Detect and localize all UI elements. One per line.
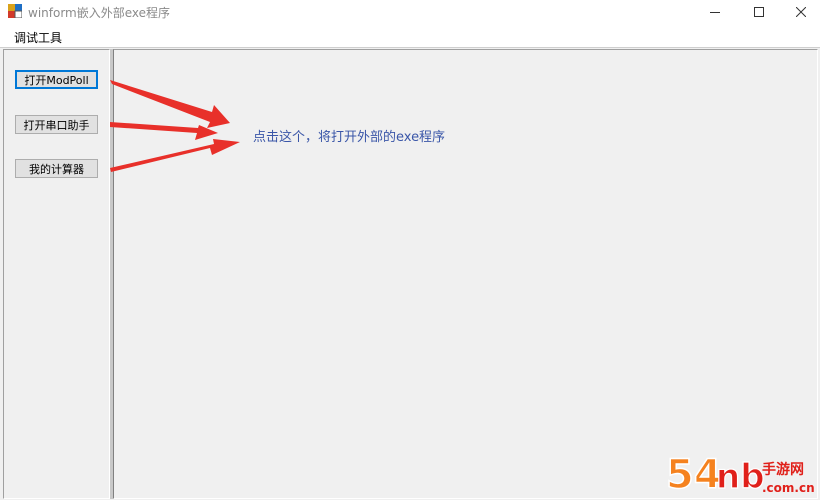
open-serial-assistant-button[interactable]: 打开串口助手	[15, 115, 98, 134]
menu-item-debug-tools[interactable]: 调试工具	[9, 29, 67, 46]
maximize-icon	[754, 7, 764, 17]
menu-bar: 调试工具	[0, 25, 820, 47]
svg-text:54: 54	[666, 452, 722, 498]
watermark-logo-icon: 54 nb 手游网 .com.cn	[665, 451, 815, 499]
my-calculator-button[interactable]: 我的计算器	[15, 159, 98, 178]
client-area: 打开ModPoll 打开串口助手 我的计算器 点击这个，将打开外部的exe程序	[0, 47, 820, 500]
open-modpoll-button[interactable]: 打开ModPoll	[15, 70, 98, 89]
close-button[interactable]	[778, 0, 820, 24]
svg-text:手游网: 手游网	[762, 461, 804, 478]
svg-text:nb: nb	[716, 457, 765, 497]
hint-text: 点击这个，将打开外部的exe程序	[253, 130, 446, 145]
maximize-button[interactable]	[736, 0, 782, 24]
left-panel: 打开ModPoll 打开串口助手 我的计算器	[3, 49, 110, 499]
close-icon	[796, 7, 806, 17]
exe-host-panel: 点击这个，将打开外部的exe程序	[113, 49, 818, 499]
site-watermark: 54 nb 手游网 .com.cn	[665, 448, 816, 499]
title-bar: winform嵌入外部exe程序	[0, 0, 820, 24]
minimize-icon	[710, 12, 720, 13]
app-icon	[8, 4, 22, 18]
minimize-button[interactable]	[692, 0, 738, 24]
svg-text:.com.cn: .com.cn	[762, 481, 815, 495]
window-title: winform嵌入外部exe程序	[28, 6, 171, 20]
